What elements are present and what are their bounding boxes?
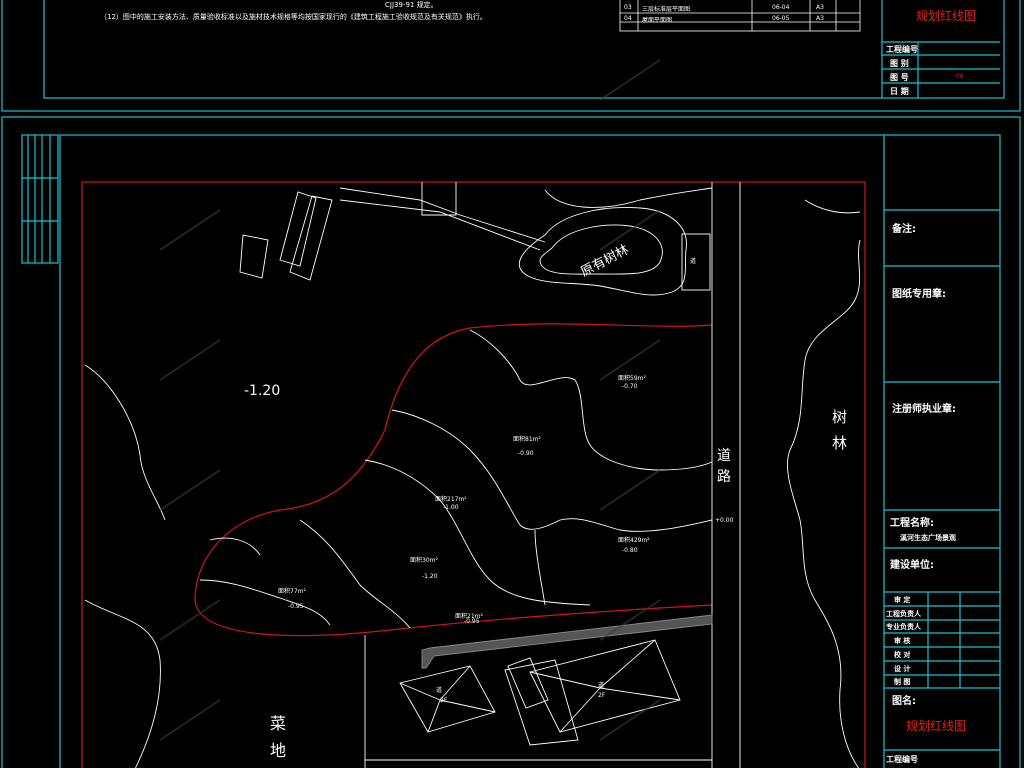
zone-area: 面积77m² — [278, 588, 306, 595]
top-tb-label-date: 日 期 — [890, 87, 909, 96]
zone-area: 面积59m² — [618, 375, 646, 382]
zone-elevation: -1.00 — [443, 504, 459, 511]
sign-row-label: 审 核 — [894, 637, 911, 645]
spec-code: CJJ39-91 — [385, 1, 415, 9]
road-label-1: 道 — [717, 448, 731, 464]
cert-label: 注册师执业章: — [892, 404, 956, 415]
sheet-list-row-code: 06-05 — [772, 15, 790, 22]
spec-code-suffix: 规定。 — [416, 1, 438, 9]
sheet-list-row-no: 03 — [624, 4, 632, 11]
project-number-label: 工程编号 — [886, 755, 918, 764]
zone-area: 面积429m² — [618, 537, 650, 544]
client-label: 建设单位: — [890, 560, 934, 571]
zone-elevation: -0.70 — [622, 383, 638, 390]
road-label-2: 路 — [717, 469, 731, 485]
building-tag: 道 — [690, 258, 697, 265]
top-tb-label-sheet-no: 图 号 — [890, 73, 909, 82]
sign-row-label: 专业负责人 — [886, 623, 921, 631]
top-tb-label-project-no: 工程编号 — [886, 45, 918, 54]
sign-row-label: 工程负责人 — [886, 610, 921, 618]
house-b-floors: 2F — [598, 692, 606, 699]
elevation-west: -1.20 — [244, 383, 281, 399]
top-tb-sheet-no-value: 06 — [956, 73, 964, 80]
sign-row-label: 制 图 — [894, 678, 911, 686]
site-redline — [81, 181, 866, 768]
top-note-line1-tail: CJJ39-91 规定。 — [385, 0, 438, 10]
sign-row-label: 设 计 — [894, 665, 911, 673]
zone-area: 面积30m² — [410, 557, 438, 564]
sheet-list-row-name: 屋面平面图 — [642, 17, 673, 24]
zone-elevation: -1.20 — [422, 573, 438, 580]
zone-elevation: -0.80 — [622, 547, 638, 554]
sheet-list-row-name: 三层标准层平面图 — [642, 6, 691, 13]
cad-drawing-canvas — [1, 0, 1021, 768]
seal-label: 图纸专用章: — [892, 289, 946, 300]
veg-label-1: 菜 — [270, 714, 287, 733]
sheet-list-row-no: 04 — [624, 15, 632, 22]
zone-area: 面积81m² — [513, 436, 541, 443]
sign-row-label: 校 对 — [894, 651, 911, 659]
house-a-tag: 道 — [436, 687, 443, 694]
trees-label-1: 树 — [832, 408, 848, 426]
zone-elevation: -0.90 — [518, 450, 534, 457]
site-linework — [84, 182, 861, 768]
zone-elevation: -0.95 — [464, 618, 480, 625]
top-tb-label-category: 图 别 — [890, 59, 909, 68]
drawing-name-value: 规划红线图 — [906, 719, 967, 733]
sheet-list-row-size: A3 — [816, 4, 824, 11]
drawing-name-label: 图名: — [892, 696, 916, 707]
main-sheet-frame — [1, 116, 1021, 768]
house-b-tag: 道 — [598, 682, 605, 689]
top-drawing-name: 规划红线图 — [916, 9, 977, 23]
zone-elevation: -0.95 — [288, 603, 304, 610]
veg-label-2: 地 — [270, 741, 287, 760]
zone-area: 面积217m² — [435, 496, 467, 503]
top-note-line2: （12）图中的施工安装方法、质量验收标准以及施材技术规格等均按国家现行的《建筑工… — [100, 13, 487, 21]
sheet-list-row-size: A3 — [816, 15, 824, 22]
notes-label: 备注: — [892, 224, 916, 235]
sheet-list-row-code: 06-04 — [772, 4, 790, 11]
road-elevation: +0.00 — [715, 517, 734, 524]
project-name-label: 工程名称: — [890, 518, 934, 529]
house-a-floors: 2F — [440, 697, 448, 704]
trees-label-2: 林 — [832, 434, 848, 452]
sign-row-label: 审 定 — [894, 596, 911, 604]
project-name-value: 溪河生态广场景观 — [900, 534, 956, 542]
